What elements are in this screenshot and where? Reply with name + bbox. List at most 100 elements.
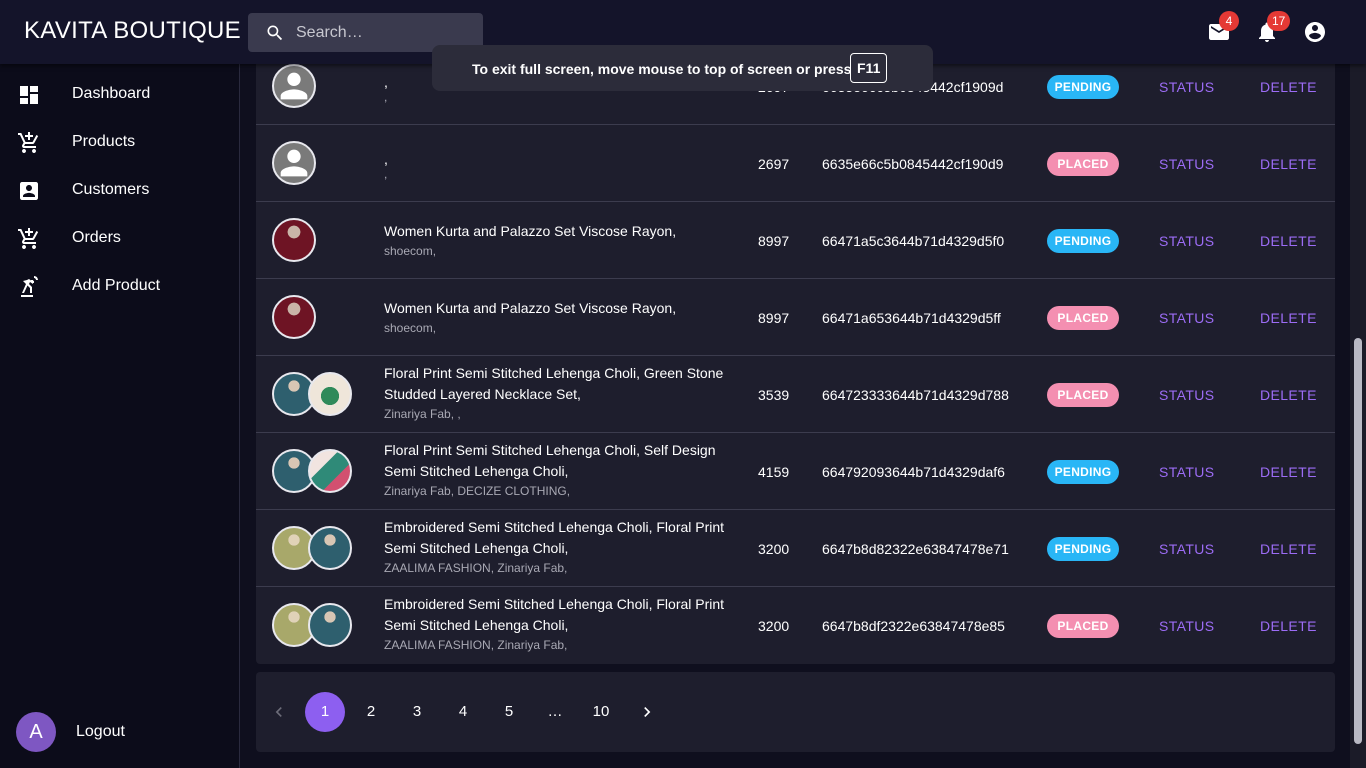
order-price: 3200: [758, 618, 790, 634]
status-badge: PLACED: [1047, 306, 1119, 330]
table-row: Women Kurta and Palazzo Set Viscose Rayo…: [256, 279, 1335, 356]
fullscreen-key-hint: F11: [850, 53, 888, 83]
order-id: 66471a5c3644b71d4329d5f0: [822, 233, 1005, 249]
brand-title: KAVITA BOUTIQUE: [24, 17, 241, 44]
order-id: 664792093644b71d4329daf6: [822, 464, 1005, 480]
order-price: 8997: [758, 310, 790, 326]
product-title: Women Kurta and Palazzo Set Viscose Rayo…: [384, 223, 677, 239]
account-box-icon: [20, 182, 38, 200]
order-price: 3200: [758, 541, 790, 557]
product-brands: ,: [384, 167, 388, 181]
status-button[interactable]: STATUS: [1159, 541, 1215, 557]
order-id: 664723333644b71d4329d788: [822, 387, 1009, 403]
delete-button[interactable]: DELETE: [1260, 464, 1317, 480]
product-brands: ZAALIMA FASHION, Zinariya Fab,: [384, 638, 568, 652]
status-button[interactable]: STATUS: [1159, 464, 1215, 480]
product-title: Embroidered Semi Stitched Lehenga Choli,…: [384, 596, 725, 633]
order-price: 3539: [758, 387, 790, 403]
product-brands: ,: [384, 90, 388, 104]
table-row: Floral Print Semi Stitched Lehenga Choli…: [256, 433, 1335, 510]
table-row: Floral Print Semi Stitched Lehenga Choli…: [256, 356, 1335, 433]
status-button[interactable]: STATUS: [1159, 618, 1215, 634]
sidebar-item-add-product[interactable]: Add Product: [0, 263, 239, 311]
table-row: Embroidered Semi Stitched Lehenga Choli,…: [256, 510, 1335, 587]
previous-page-button[interactable]: [259, 692, 299, 732]
status-badge: PENDING: [1047, 75, 1119, 99]
status-badge: PLACED: [1047, 383, 1119, 407]
sidebar-item-label: Products: [72, 133, 136, 150]
account-circle-icon: [1305, 22, 1325, 42]
sidebar-item-label: Dashboard: [72, 85, 151, 102]
cart-icon: [18, 132, 39, 153]
delete-button[interactable]: DELETE: [1260, 310, 1317, 326]
notification-count-badge: 17: [1267, 11, 1291, 31]
delete-button[interactable]: DELETE: [1260, 79, 1317, 95]
product-image: [272, 295, 316, 339]
status-button[interactable]: STATUS: [1159, 387, 1215, 403]
page-button-10[interactable]: 10: [581, 692, 621, 732]
order-price: 4159: [758, 464, 790, 480]
scrollbar-thumb[interactable]: [1354, 338, 1362, 744]
status-badge: PLACED: [1047, 152, 1119, 176]
fullscreen-notice: To exit full screen, move mouse to top o…: [432, 45, 933, 91]
product-brands: ZAALIMA FASHION, Zinariya Fab,: [384, 561, 568, 575]
product-image: [272, 218, 316, 262]
cart-icon: [18, 228, 39, 249]
orders-table: , , 2697 6635e66c5b0845442cf1909d PENDIN…: [256, 48, 1335, 664]
sidebar-item-products[interactable]: Products: [0, 119, 239, 167]
page-button-2[interactable]: 2: [351, 692, 391, 732]
table-row: Women Kurta and Palazzo Set Viscose Rayo…: [256, 202, 1335, 279]
page-button-4[interactable]: 4: [443, 692, 483, 732]
account-button[interactable]: [1303, 20, 1327, 44]
page-button-3[interactable]: 3: [397, 692, 437, 732]
status-button[interactable]: STATUS: [1159, 310, 1215, 326]
mail-count-badge: 4: [1219, 11, 1239, 31]
status-badge: PENDING: [1047, 460, 1119, 484]
person-avatar-icon: [272, 141, 316, 185]
mail-button[interactable]: 4: [1207, 11, 1239, 44]
delete-button[interactable]: DELETE: [1260, 387, 1317, 403]
delete-button[interactable]: DELETE: [1260, 233, 1317, 249]
sidebar-item-label: Orders: [72, 229, 121, 246]
status-button[interactable]: STATUS: [1159, 233, 1215, 249]
delete-button[interactable]: DELETE: [1260, 156, 1317, 172]
product-image: [308, 372, 352, 416]
order-id: 6647b8df2322e63847478e85: [822, 618, 1005, 634]
product-title: Women Kurta and Palazzo Set Viscose Rayo…: [384, 300, 677, 316]
avatar: A: [16, 712, 56, 752]
chevron-left-icon: [275, 707, 282, 717]
page-button-1[interactable]: 1: [305, 692, 345, 732]
page-button-5[interactable]: 5: [489, 692, 529, 732]
notifications-button[interactable]: 17: [1255, 11, 1291, 44]
scrollbar[interactable]: [1350, 64, 1366, 768]
add-product-icon: [21, 276, 38, 297]
product-brands: shoecom,: [384, 244, 437, 258]
chevron-right-icon: [644, 707, 651, 717]
status-badge: PENDING: [1047, 229, 1119, 253]
product-title: ,: [384, 151, 388, 167]
order-price: 8997: [758, 233, 790, 249]
sidebar-item-dashboard[interactable]: Dashboard: [0, 71, 239, 119]
sidebar-item-customers[interactable]: Customers: [0, 167, 239, 215]
order-id: 6647b8d82322e63847478e71: [822, 541, 1009, 557]
search-icon: [267, 25, 283, 41]
status-button[interactable]: STATUS: [1159, 156, 1215, 172]
product-brands: Zinariya Fab, DECIZE CLOTHING,: [384, 484, 571, 498]
delete-button[interactable]: DELETE: [1260, 541, 1317, 557]
sidebar-item-label: Add Product: [72, 277, 161, 294]
logout-label: Logout: [76, 723, 125, 740]
sidebar-item-orders[interactable]: Orders: [0, 215, 239, 263]
product-brands: Zinariya Fab, ,: [384, 407, 461, 421]
sidebar: Dashboard Products Customers Orders Add …: [0, 64, 240, 768]
product-title: Floral Print Semi Stitched Lehenga Choli…: [384, 365, 724, 402]
next-page-button[interactable]: [627, 692, 667, 732]
status-button[interactable]: STATUS: [1159, 79, 1215, 95]
delete-button[interactable]: DELETE: [1260, 618, 1317, 634]
logout-button[interactable]: A Logout: [0, 701, 239, 761]
fullscreen-notice-text: To exit full screen, move mouse to top o…: [472, 61, 852, 77]
status-badge: PLACED: [1047, 614, 1119, 638]
table-row: , , 2697 6635e66c5b0845442cf190d9 PLACED…: [256, 125, 1335, 202]
dashboard-icon: [20, 86, 38, 104]
page-ellipsis: …: [547, 703, 563, 720]
person-avatar-icon: [272, 64, 316, 108]
